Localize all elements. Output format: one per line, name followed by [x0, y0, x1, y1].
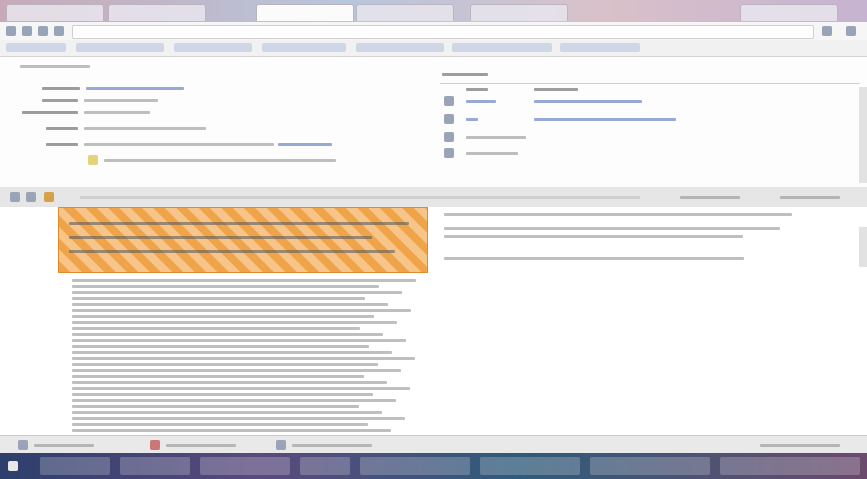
field-value	[84, 143, 274, 146]
browser-tab-strip	[0, 0, 867, 22]
text-line	[72, 423, 368, 426]
text-line	[72, 339, 406, 342]
text-line	[72, 309, 411, 312]
text-line	[72, 369, 401, 372]
text-line	[72, 429, 391, 432]
status-bar	[0, 435, 867, 454]
text-line	[69, 236, 372, 239]
col-header-name	[466, 88, 488, 91]
text-line	[72, 357, 415, 360]
text-line	[72, 381, 387, 384]
expand-icon[interactable]	[444, 96, 454, 106]
text-line	[72, 405, 359, 408]
home-icon[interactable]	[54, 26, 64, 36]
bookmark-4[interactable]	[262, 43, 346, 52]
status-icon	[276, 440, 286, 450]
star-icon[interactable]	[822, 26, 832, 36]
field-value[interactable]	[86, 87, 184, 90]
highlighted-block	[58, 207, 428, 273]
text-line	[72, 399, 396, 402]
text-line	[72, 285, 379, 288]
tab-3-active[interactable]	[256, 4, 354, 21]
tab-4[interactable]	[356, 4, 454, 21]
bookmark-3[interactable]	[174, 43, 252, 52]
back-icon[interactable]	[10, 192, 20, 202]
text-line	[72, 387, 410, 390]
tab-1[interactable]	[6, 4, 104, 21]
text-line	[444, 257, 744, 260]
status-icon	[18, 440, 28, 450]
content-toolbar	[0, 187, 867, 208]
field-label	[22, 111, 78, 114]
tab-2[interactable]	[108, 4, 206, 21]
document-scrollbar[interactable]	[859, 227, 867, 267]
col-header-desc	[534, 88, 578, 91]
bookmark-6[interactable]	[452, 43, 552, 52]
text-line	[72, 327, 360, 330]
text-line	[72, 279, 416, 282]
text-line	[444, 235, 743, 238]
text-line	[72, 411, 382, 414]
start-icon[interactable]	[8, 461, 18, 471]
text-line	[444, 227, 780, 230]
text-line	[69, 250, 395, 253]
field-label	[46, 143, 78, 146]
field-value	[84, 111, 150, 114]
text-line	[72, 375, 364, 378]
bookmark-icon[interactable]	[44, 192, 54, 202]
forward-icon[interactable]	[22, 26, 32, 36]
text-line	[72, 297, 365, 300]
bookmark-5[interactable]	[356, 43, 444, 52]
url-input[interactable]	[72, 25, 814, 39]
field-value	[84, 99, 158, 102]
document-pane	[0, 207, 867, 435]
text-line	[72, 333, 383, 336]
bookmark-2[interactable]	[76, 43, 164, 52]
back-icon[interactable]	[6, 26, 16, 36]
text-line	[444, 213, 792, 216]
bookmark-7[interactable]	[560, 43, 640, 52]
details-pane	[0, 57, 867, 189]
field-link[interactable]	[278, 143, 332, 146]
text-line	[72, 303, 388, 306]
tab-5[interactable]	[470, 4, 568, 21]
bookmark-1[interactable]	[6, 43, 66, 52]
taskbar-item-6[interactable]	[480, 457, 580, 475]
text-line	[72, 363, 378, 366]
text-line	[69, 222, 409, 225]
field-label	[42, 99, 78, 102]
bookmarks-bar	[0, 40, 867, 57]
text-line	[72, 315, 374, 318]
taskbar-item-5[interactable]	[360, 457, 470, 475]
taskbar-item-7[interactable]	[590, 457, 710, 475]
attachment-icon	[88, 155, 98, 165]
item-icon	[444, 114, 454, 124]
menu-icon[interactable]	[846, 26, 856, 36]
taskbar-item-1[interactable]	[40, 457, 110, 475]
field-label	[46, 127, 78, 130]
taskbar-item-3[interactable]	[200, 457, 290, 475]
forward-icon[interactable]	[26, 192, 36, 202]
text-line	[72, 321, 397, 324]
details-scrollbar[interactable]	[859, 87, 867, 183]
item-icon	[444, 148, 454, 158]
item-icon	[444, 132, 454, 142]
os-taskbar	[0, 453, 867, 479]
tab-6[interactable]	[740, 4, 838, 21]
text-line	[72, 291, 402, 294]
address-toolbar	[0, 22, 867, 41]
text-line	[72, 345, 369, 348]
text-line	[72, 417, 405, 420]
text-line	[72, 351, 392, 354]
status-icon	[150, 440, 160, 450]
taskbar-item-4[interactable]	[300, 457, 350, 475]
taskbar-item-2[interactable]	[120, 457, 190, 475]
text-line	[72, 393, 373, 396]
taskbar-item-8[interactable]	[720, 457, 860, 475]
field-value	[84, 127, 206, 130]
field-label	[42, 87, 80, 90]
reload-icon[interactable]	[38, 26, 48, 36]
